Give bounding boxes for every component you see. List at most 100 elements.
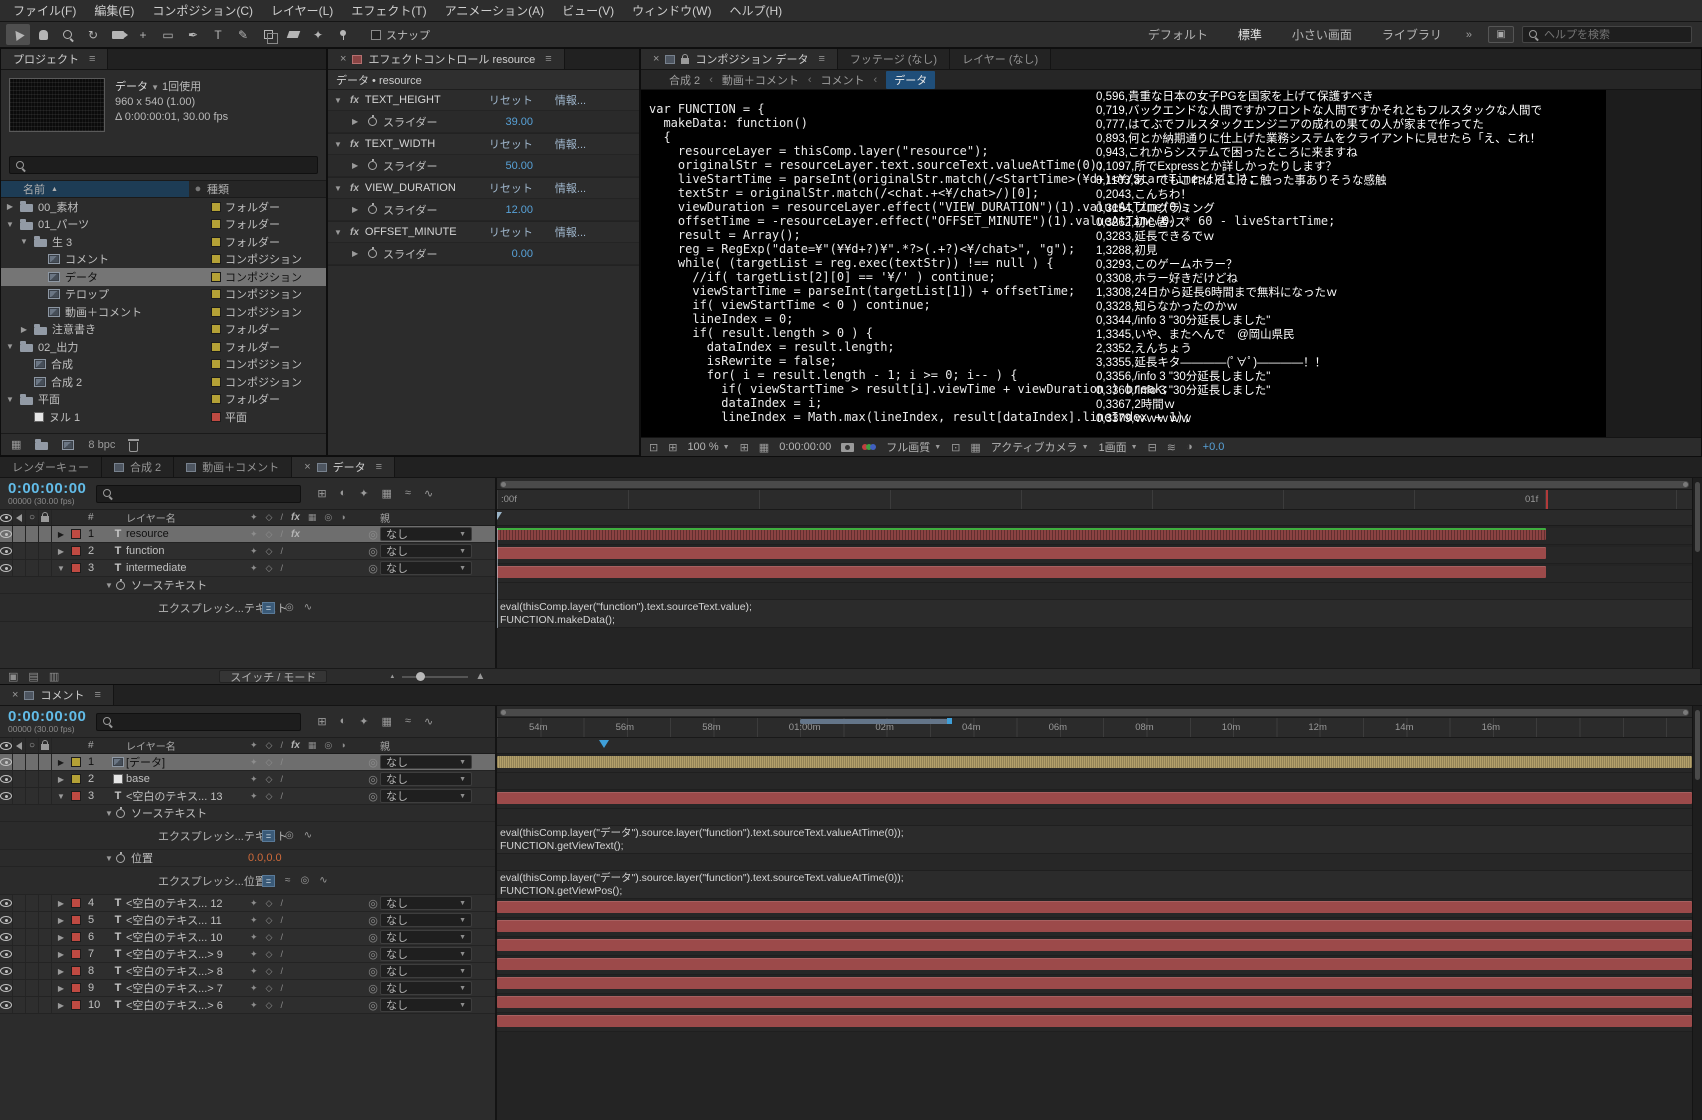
- scrollbar-thumb[interactable]: [1695, 482, 1700, 552]
- layer-name[interactable]: <空白のテキス...> 6: [126, 997, 246, 1013]
- workspace-panel-button[interactable]: ▣: [1488, 26, 1514, 43]
- selection-tool-icon[interactable]: [6, 24, 30, 45]
- property-row[interactable]: ▼ ソーステキスト: [0, 805, 495, 822]
- menu-item-1[interactable]: 編集(E): [85, 0, 143, 22]
- resolution-select[interactable]: フル画質 ▼: [886, 439, 941, 455]
- layer-label-swatch[interactable]: [71, 932, 81, 942]
- timeline-search-input[interactable]: [96, 484, 302, 503]
- collapse-switch[interactable]: ◇: [266, 1000, 273, 1011]
- magnification-select[interactable]: 100 % ▼: [687, 441, 729, 453]
- parent-dropdown[interactable]: なし ▼: [380, 755, 472, 769]
- layer-name[interactable]: [データ]: [126, 754, 246, 770]
- layer-expand-arrow[interactable]: ▶: [54, 530, 68, 539]
- graph-icon[interactable]: ∿: [319, 875, 327, 886]
- shy-switch[interactable]: ✦: [250, 563, 258, 574]
- layer-solo-toggle[interactable]: [26, 946, 39, 962]
- stopwatch-icon[interactable]: [368, 115, 377, 126]
- layer-audio-toggle[interactable]: [13, 963, 26, 979]
- zoom-tool-icon[interactable]: [56, 24, 80, 45]
- parent-dropdown[interactable]: なし ▼: [380, 527, 472, 541]
- trash-icon[interactable]: [128, 438, 140, 452]
- project-item-row[interactable]: ▼ 平面 フォルダー: [1, 391, 326, 409]
- layer-name[interactable]: <空白のテキス...> 8: [126, 963, 246, 979]
- quality-switch[interactable]: /: [280, 1000, 283, 1011]
- layer-solo-toggle[interactable]: [26, 912, 39, 928]
- new-composition-icon[interactable]: [62, 439, 75, 450]
- motion-blur-icon[interactable]: ≈: [405, 487, 411, 500]
- slider-value[interactable]: 39.00: [481, 116, 533, 128]
- quality-switch[interactable]: /: [280, 949, 283, 960]
- shy-switch[interactable]: ✦: [250, 546, 258, 557]
- stopwatch-icon[interactable]: [116, 578, 125, 590]
- pickwhip-icon[interactable]: ◎: [285, 830, 294, 841]
- timeline-layer-bar[interactable]: [497, 977, 1692, 989]
- layer-expand-arrow[interactable]: ▶: [54, 1001, 68, 1010]
- timeline-layer-bar[interactable]: [497, 1015, 1692, 1027]
- expression-row[interactable]: エクスプレッシ...位置 = ≈ ◎ ∿: [0, 867, 495, 895]
- viewer-current-time[interactable]: 0:00:00:00: [779, 441, 831, 453]
- new-folder-icon[interactable]: [35, 439, 49, 450]
- parent-dropdown[interactable]: なし ▼: [380, 896, 472, 910]
- layer-row[interactable]: ▶ 1 [データ] ✦ ◇ / ◎ なし ▼: [0, 754, 495, 771]
- timeline-zoom-slider[interactable]: ▲ ▲: [389, 671, 485, 682]
- time-ruler[interactable]: :00f 01f: [497, 490, 1692, 510]
- quality-switch[interactable]: /: [280, 563, 283, 574]
- snap-checkbox[interactable]: [371, 29, 381, 40]
- quality-switch[interactable]: /: [280, 546, 283, 557]
- project-item-row[interactable]: ▼ 生 3 フォルダー: [1, 233, 326, 251]
- parent-pickwhip-icon[interactable]: ◎: [366, 914, 380, 927]
- lock-icon[interactable]: [681, 53, 690, 64]
- frame-blend-icon[interactable]: ▦: [381, 715, 391, 728]
- expand-render-pane-icon[interactable]: ▥: [49, 670, 59, 683]
- layer-solo-toggle[interactable]: [26, 895, 39, 911]
- vertical-scrollbar[interactable]: [1692, 478, 1702, 684]
- arrow-right-icon[interactable]: ▶: [352, 161, 362, 170]
- tree-expand-arrow[interactable]: ▶: [19, 325, 29, 334]
- parent-pickwhip-icon[interactable]: ◎: [366, 948, 380, 961]
- slider-value[interactable]: 50.00: [481, 160, 533, 172]
- switch-column-icon-0[interactable]: ✦: [250, 512, 258, 523]
- layer-lock-toggle[interactable]: [39, 560, 52, 576]
- timeline-layer-bar[interactable]: [497, 566, 1546, 578]
- timeline-tab-1[interactable]: 合成 2: [102, 457, 175, 477]
- layer-lock-toggle[interactable]: [39, 997, 52, 1013]
- layer-name[interactable]: <空白のテキス... 10: [126, 929, 246, 945]
- channels-icon[interactable]: [862, 444, 877, 450]
- project-item-row[interactable]: ▼ 01_パーツ フォルダー: [1, 216, 326, 234]
- tab-layer[interactable]: レイヤー (なし): [950, 49, 1052, 69]
- expand-viewer-icon[interactable]: ⊡: [649, 441, 658, 454]
- layer-label-swatch[interactable]: [71, 949, 81, 959]
- quality-switch[interactable]: /: [280, 774, 283, 785]
- timeline-layer-bar[interactable]: [497, 901, 1692, 913]
- layer-lock-toggle[interactable]: [39, 754, 52, 770]
- layer-row[interactable]: ▶ 2 base ✦ ◇ / ◎ なし ▼: [0, 771, 495, 788]
- breadcrumb-item-1[interactable]: 動画＋コメント: [722, 72, 799, 88]
- fast-previews-icon[interactable]: ≋: [1167, 441, 1176, 454]
- lock-column-icon[interactable]: [39, 510, 52, 525]
- label-color-swatch[interactable]: [211, 394, 221, 405]
- number-column-header[interactable]: #: [84, 740, 110, 751]
- layer-expand-arrow[interactable]: ▶: [54, 967, 68, 976]
- collapse-switch[interactable]: ◇: [266, 563, 273, 574]
- arrow-down-icon[interactable]: ▼: [334, 184, 344, 193]
- effect-info-link[interactable]: 情報...: [555, 224, 586, 240]
- layer-solo-toggle[interactable]: [26, 929, 39, 945]
- effect-slider-row[interactable]: ▶ スライダー 0.00: [328, 243, 639, 265]
- layer-expand-arrow[interactable]: ▶: [54, 984, 68, 993]
- layer-lock-toggle[interactable]: [39, 771, 52, 787]
- layer-audio-toggle[interactable]: [13, 560, 26, 576]
- effect-info-link[interactable]: 情報...: [555, 136, 586, 152]
- parent-dropdown[interactable]: なし ▼: [380, 964, 472, 978]
- layer-expand-arrow[interactable]: ▶: [54, 547, 68, 556]
- effect-reset-button[interactable]: リセット: [489, 136, 549, 152]
- timeline-layer-bar[interactable]: [497, 920, 1692, 932]
- effect-info-link[interactable]: 情報...: [555, 92, 586, 108]
- switch-column-icon-2[interactable]: /: [280, 740, 283, 751]
- effect-reset-button[interactable]: リセット: [489, 180, 549, 196]
- fx-switch[interactable]: fx: [291, 529, 300, 540]
- parent-pickwhip-icon[interactable]: ◎: [366, 982, 380, 995]
- layer-expand-arrow[interactable]: ▶: [54, 950, 68, 959]
- graph-icon[interactable]: ∿: [304, 830, 312, 841]
- layer-visibility-toggle[interactable]: [0, 946, 13, 962]
- effect-header[interactable]: ▼ fx TEXT_WIDTH リセット 情報...: [328, 134, 639, 155]
